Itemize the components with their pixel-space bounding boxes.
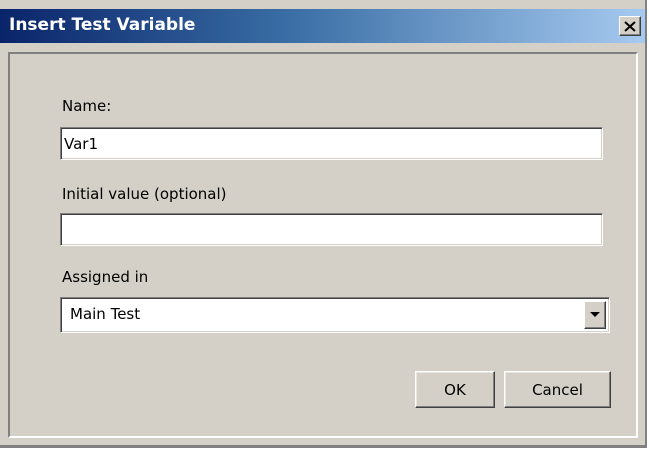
title-bar[interactable]: Insert Test Variable xyxy=(0,9,645,43)
dialog-title: Insert Test Variable xyxy=(9,15,196,35)
assigned-in-selected-value: Main Test xyxy=(70,305,141,323)
insert-test-variable-dialog: Insert Test Variable Name: Initial value… xyxy=(0,0,647,448)
name-input[interactable] xyxy=(60,127,603,160)
initial-value-label: Initial value (optional) xyxy=(62,185,227,203)
close-button[interactable] xyxy=(619,16,641,36)
chevron-down-icon xyxy=(590,312,600,317)
ok-button[interactable]: OK xyxy=(415,371,495,408)
name-label: Name: xyxy=(62,97,112,115)
initial-value-input[interactable] xyxy=(60,213,603,246)
cancel-button[interactable]: Cancel xyxy=(504,371,611,408)
dropdown-arrow-button[interactable] xyxy=(584,301,606,329)
assigned-in-label: Assigned in xyxy=(62,268,149,286)
assigned-in-dropdown[interactable]: Main Test xyxy=(60,297,610,333)
close-icon xyxy=(624,20,636,32)
